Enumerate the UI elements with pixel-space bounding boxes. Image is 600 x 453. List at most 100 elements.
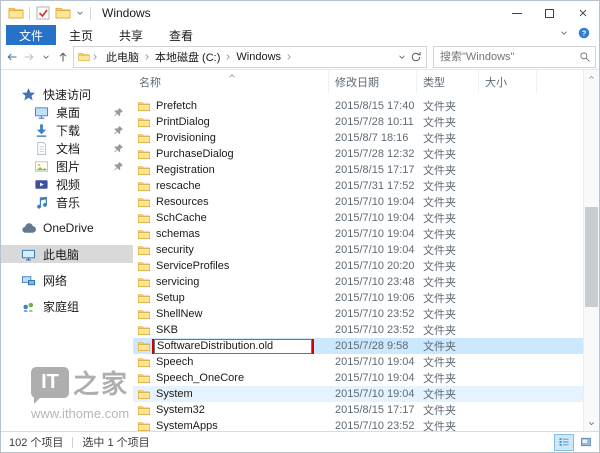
file-type-cell: 文件夹	[417, 354, 479, 370]
search-input[interactable]	[438, 50, 579, 64]
file-name: Setup	[156, 292, 185, 304]
table-row[interactable]: Setup 2015/7/10 19:06 文件夹	[133, 290, 583, 306]
column-header[interactable]: 类型	[417, 70, 479, 93]
address-bar[interactable]: 此电脑 本地磁盘 (C:) Windows	[73, 46, 427, 68]
address-history-chevron-icon[interactable]	[397, 52, 407, 62]
ithome-logo: IT 之家	[31, 364, 129, 401]
table-row[interactable]: rescache 2015/7/31 17:52 文件夹	[133, 178, 583, 194]
table-row[interactable]: ServiceProfiles 2015/7/10 20:20 文件夹	[133, 258, 583, 274]
date-modified-cell: 2015/7/28 9:58	[329, 340, 417, 352]
sidebar-item-icon	[21, 247, 36, 262]
file-type-cell: 文件夹	[417, 386, 479, 402]
date-modified-cell: 2015/7/10 23:48	[329, 276, 417, 288]
sidebar-item[interactable]: 文档	[1, 139, 133, 157]
up-button[interactable]	[54, 47, 71, 67]
column-header[interactable]: 大小	[479, 70, 537, 93]
chevron-up-icon	[587, 73, 596, 82]
ribbon-tab[interactable]: 文件	[6, 25, 56, 45]
date-modified-cell: 2015/7/10 19:04	[329, 244, 417, 256]
sidebar-item[interactable]: 下载	[1, 121, 133, 139]
table-row[interactable]: Prefetch 2015/8/15 17:40 文件夹	[133, 98, 583, 114]
vertical-scrollbar[interactable]	[583, 70, 599, 431]
search-box[interactable]	[433, 46, 596, 68]
back-button[interactable]	[3, 47, 20, 67]
column-header[interactable]: 修改日期	[329, 70, 417, 93]
sidebar-item[interactable]: 视频	[1, 175, 133, 193]
large-icons-view-button[interactable]	[576, 434, 596, 451]
sidebar-item[interactable]: 图片	[1, 157, 133, 175]
sidebar-item-label: 下载	[56, 122, 80, 139]
table-row[interactable]: Speech_OneCore 2015/7/10 19:04 文件夹	[133, 370, 583, 386]
file-name-cell: ShellNew	[133, 308, 329, 321]
table-row[interactable]: Speech 2015/7/10 19:04 文件夹	[133, 354, 583, 370]
sidebar-item[interactable]: 快速访问	[1, 85, 133, 103]
table-row[interactable]: servicing 2015/7/10 23:48 文件夹	[133, 274, 583, 290]
table-row[interactable]: System 2015/7/10 19:04 文件夹	[133, 386, 583, 402]
sidebar-item[interactable]: OneDrive	[1, 219, 133, 237]
details-view-button[interactable]	[554, 434, 574, 451]
maximize-button[interactable]	[533, 1, 566, 25]
breadcrumb-item[interactable]: 本地磁盘 (C:)	[152, 49, 233, 65]
table-row[interactable]: Provisioning 2015/8/7 18:16 文件夹	[133, 130, 583, 146]
sidebar-item-icon	[34, 105, 49, 120]
table-row[interactable]: SKB 2015/7/10 23:52 文件夹	[133, 322, 583, 338]
file-name-cell: Setup	[133, 292, 329, 305]
sidebar-item[interactable]: 此电脑	[1, 245, 133, 263]
ribbon-tab[interactable]: 共享	[106, 25, 156, 45]
customize-qat-chevron-icon[interactable]	[75, 8, 85, 18]
file-name: SystemApps	[156, 420, 218, 431]
new-folder-icon[interactable]	[55, 5, 71, 21]
close-icon	[577, 7, 589, 19]
table-row[interactable]: SchCache 2015/7/10 19:04 文件夹	[133, 210, 583, 226]
ithome-logo-box: IT	[31, 367, 69, 398]
expand-ribbon-chevron-icon[interactable]	[559, 28, 569, 38]
table-row[interactable]: SystemApps 2015/7/10 23:52 文件夹	[133, 418, 583, 431]
pin-icon	[113, 143, 124, 154]
pin-icon	[113, 161, 124, 172]
recent-locations-button[interactable]	[37, 47, 54, 67]
close-button[interactable]	[566, 1, 599, 25]
sidebar-item[interactable]: 网络	[1, 271, 133, 289]
folder-icon	[137, 132, 151, 145]
file-name: Prefetch	[156, 100, 197, 112]
titlebar: Windows	[1, 1, 599, 25]
table-row[interactable]: PrintDialog 2015/7/28 10:11 文件夹	[133, 114, 583, 130]
table-row[interactable]: SoftwareDistribution.old 2015/7/28 9:58 …	[133, 338, 583, 354]
refresh-icon[interactable]	[410, 51, 422, 63]
file-type-cell: 文件夹	[417, 402, 479, 418]
table-row[interactable]: System32 2015/8/15 17:17 文件夹	[133, 402, 583, 418]
column-header[interactable]: 名称	[133, 70, 329, 93]
breadcrumb-item[interactable]: 此电脑	[103, 49, 152, 65]
sidebar-item[interactable]: 家庭组	[1, 297, 133, 315]
table-row[interactable]: Resources 2015/7/10 19:04 文件夹	[133, 194, 583, 210]
file-name: Provisioning	[156, 132, 216, 144]
file-name: rescache	[156, 180, 201, 192]
chevron-right-icon	[142, 52, 152, 62]
scroll-up-button[interactable]	[584, 70, 599, 85]
minimize-button[interactable]	[500, 1, 533, 25]
scrollbar-thumb[interactable]	[585, 207, 598, 307]
file-name: Resources	[156, 196, 209, 208]
table-row[interactable]: Registration 2015/8/15 17:17 文件夹	[133, 162, 583, 178]
ribbon-tab[interactable]: 主页	[56, 25, 106, 45]
file-name-cell: Resources	[133, 196, 329, 209]
table-row[interactable]: PurchaseDialog 2015/7/28 12:32 文件夹	[133, 146, 583, 162]
search-icon[interactable]	[579, 51, 591, 63]
ithome-url: www.ithome.com	[31, 406, 129, 421]
folder-icon	[137, 260, 151, 273]
sidebar-item-icon	[21, 87, 36, 102]
properties-checkbox-icon[interactable]	[35, 5, 51, 21]
breadcrumb-item[interactable]: Windows	[233, 51, 294, 63]
scroll-down-button[interactable]	[584, 416, 599, 431]
help-icon[interactable]	[578, 27, 590, 39]
status-separator	[72, 437, 73, 448]
table-row[interactable]: schemas 2015/7/10 19:04 文件夹	[133, 226, 583, 242]
sidebar-item[interactable]: 桌面	[1, 103, 133, 121]
table-row[interactable]: ShellNew 2015/7/10 23:52 文件夹	[133, 306, 583, 322]
table-row[interactable]: security 2015/7/10 19:04 文件夹	[133, 242, 583, 258]
forward-button[interactable]	[20, 47, 37, 67]
file-name: security	[156, 244, 194, 256]
sidebar-item[interactable]: 音乐	[1, 193, 133, 211]
breadcrumb-label: 本地磁盘 (C:)	[152, 49, 223, 65]
ribbon-tab[interactable]: 查看	[156, 25, 206, 45]
